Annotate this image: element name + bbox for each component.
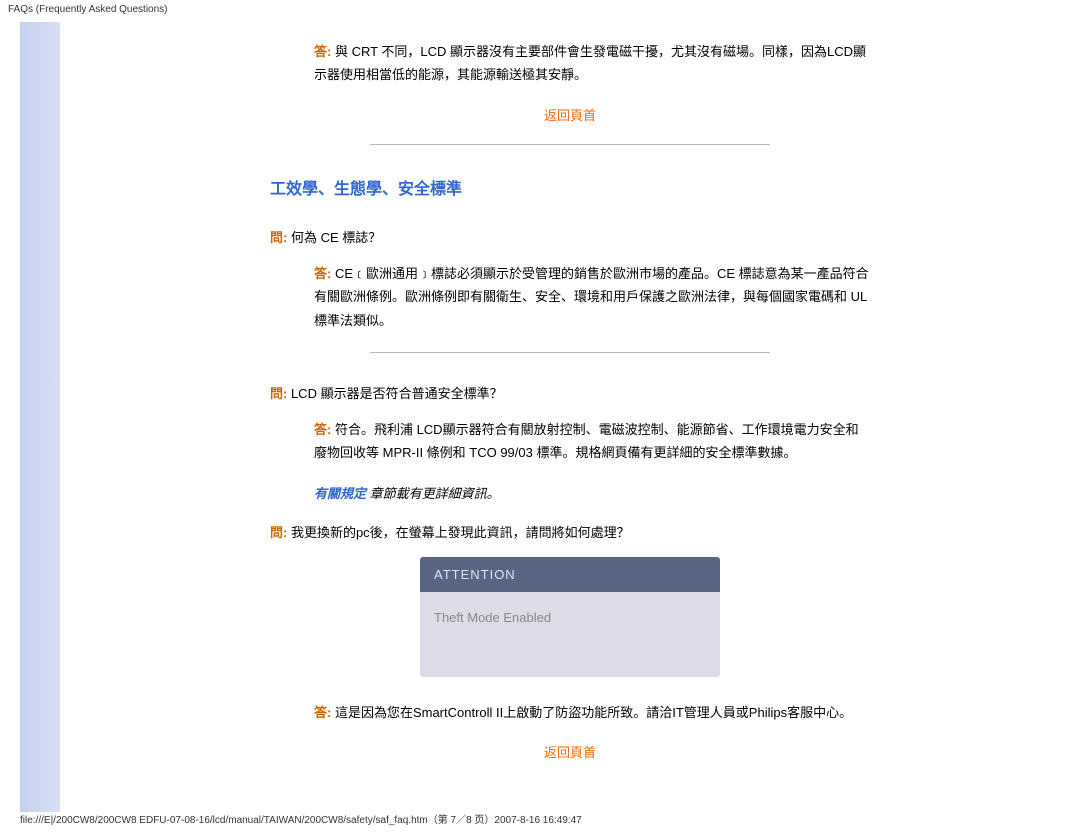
ce-answer-text: CE﹝歐洲通用﹞標誌必須顯示於受管理的銷售於歐洲市場的產品。CE 標誌意為某一產… xyxy=(314,266,869,328)
divider xyxy=(370,352,770,353)
question-safety: 問: LCD 顯示器是否符合普通安全標準？ xyxy=(270,383,870,402)
back-to-top-link[interactable]: 返回頁首 xyxy=(270,742,870,761)
answer-prefix: 答: xyxy=(314,705,331,720)
attention-header: ATTENTION xyxy=(420,557,720,592)
safety-answer: 答: 符合。飛利浦 LCD顯示器符合有關放射控制、電磁波控制、能源節省、工作環境… xyxy=(314,418,870,465)
question-theft: 問: 我更換新的pc後，在螢幕上發現此資訊，請問將如何處理？ xyxy=(270,522,870,541)
theft-answer: 答: 這是因為您在SmartControll II上啟動了防盜功能所致。請洽IT… xyxy=(314,701,870,724)
section-title: 工效學、生態學、安全標準 xyxy=(270,175,870,199)
question-theft-text: 我更換新的pc後，在螢幕上發現此資訊，請問將如何處理？ xyxy=(287,525,629,540)
question-safety-text: LCD 顯示器是否符合普通安全標準？ xyxy=(287,386,502,401)
regulation-info: 有關規定 章節載有更詳細資訊。 xyxy=(314,483,870,502)
sidebar-decoration xyxy=(20,22,60,812)
question-prefix: 問: xyxy=(270,386,287,401)
faq1-answer: 答: 與 CRT 不同，LCD 顯示器沒有主要部件會生發電磁干擾，尤其沒有磁場。… xyxy=(314,40,870,87)
ce-answer: 答: CE﹝歐洲通用﹞標誌必須顯示於受管理的銷售於歐洲市場的產品。CE 標誌意為… xyxy=(314,262,870,332)
divider xyxy=(370,144,770,145)
safety-answer-text: 符合。飛利浦 LCD顯示器符合有關放射控制、電磁波控制、能源節省、工作環境電力安… xyxy=(314,422,859,460)
question-ce: 問: 何為 CE 標誌？ xyxy=(270,227,870,246)
regulation-text: 章節載有更詳細資訊。 xyxy=(366,486,500,501)
footer-path: file:///E|/200CW8/200CW8 EDFU-07-08-16/l… xyxy=(20,811,582,826)
answer-prefix: 答: xyxy=(314,266,331,281)
attention-dialog-image: ATTENTION Theft Mode Enabled xyxy=(420,557,720,677)
theft-answer-text: 這是因為您在SmartControll II上啟動了防盜功能所致。請洽IT管理人… xyxy=(331,705,852,720)
main-content: 答: 與 CRT 不同，LCD 顯示器沒有主要部件會生發電磁干擾，尤其沒有磁場。… xyxy=(270,40,870,779)
faq1-answer-text: 與 CRT 不同，LCD 顯示器沒有主要部件會生發電磁干擾，尤其沒有磁場。同樣，… xyxy=(314,44,866,82)
attention-body: Theft Mode Enabled xyxy=(420,592,720,643)
answer-prefix: 答: xyxy=(314,44,331,59)
question-prefix: 問: xyxy=(270,230,287,245)
answer-prefix: 答: xyxy=(314,422,331,437)
back-to-top-link[interactable]: 返回頁首 xyxy=(270,105,870,124)
question-prefix: 問: xyxy=(270,525,287,540)
regulation-link[interactable]: 有關規定 xyxy=(314,486,366,501)
header-title: FAQs (Frequently Asked Questions) xyxy=(0,0,1080,19)
question-ce-text: 何為 CE 標誌？ xyxy=(287,230,381,245)
